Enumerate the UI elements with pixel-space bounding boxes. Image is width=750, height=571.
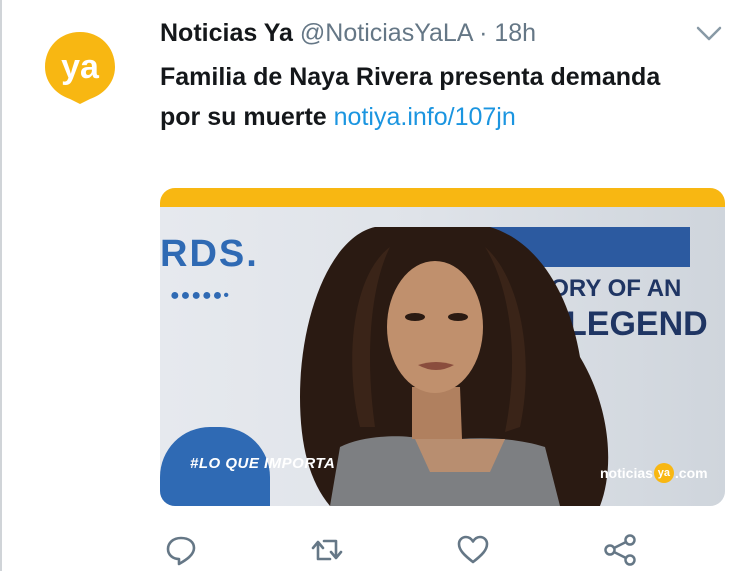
- brand-ya-badge: ya: [653, 463, 674, 483]
- media-brand-watermark: noticias ya .com: [600, 462, 708, 484]
- retweet-button[interactable]: [310, 533, 344, 567]
- overlay-hashtag: #LO QUE IMPORTA: [190, 455, 336, 472]
- share-icon: [604, 534, 636, 566]
- media-top-bar: [160, 188, 725, 207]
- tweet-link[interactable]: notiya.info/107jn: [334, 103, 516, 131]
- tweet-actions: [0, 533, 750, 567]
- avatar-label: ya: [61, 48, 100, 86]
- display-name[interactable]: Noticias Ya: [160, 19, 293, 47]
- reply-button[interactable]: [164, 533, 198, 567]
- chevron-down-icon: [696, 26, 722, 41]
- tweet-text: Familia de Naya Rivera presenta demanda …: [160, 57, 700, 137]
- retweet-icon: [311, 539, 343, 561]
- avatar[interactable]: ya: [44, 32, 116, 104]
- left-border: [0, 0, 2, 571]
- more-options-button[interactable]: [694, 22, 724, 44]
- map-pin-logo-icon: ya: [45, 32, 115, 104]
- brand-suffix: .com: [674, 465, 708, 481]
- timestamp[interactable]: 18h: [494, 19, 536, 47]
- share-button[interactable]: [603, 533, 637, 567]
- heart-icon: [457, 535, 489, 564]
- reply-icon: [166, 536, 196, 566]
- separator-dot: ·: [479, 19, 488, 47]
- tweet-header: Noticias Ya @NoticiasYaLA · 18h: [160, 13, 536, 53]
- brand-prefix: noticias: [600, 465, 653, 481]
- handle[interactable]: @NoticiasYaLA: [300, 19, 472, 47]
- media-card[interactable]: RDS. ●●●●●• STORY OF AN N LEGEND #LO QUE…: [160, 188, 725, 506]
- like-button[interactable]: [456, 533, 490, 567]
